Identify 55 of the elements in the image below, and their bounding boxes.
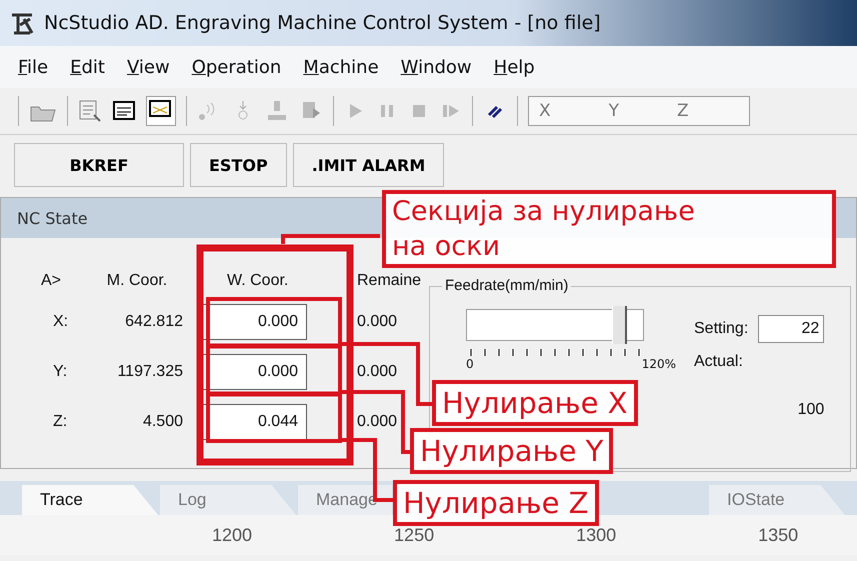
machine-icon	[10, 11, 36, 35]
leader-line	[340, 390, 410, 454]
axis-label: X	[539, 101, 551, 121]
menu-item[interactable]: Edit	[70, 56, 105, 78]
annotation-text: Секција за нулирање	[392, 195, 696, 229]
status-button[interactable]: .IMIT ALARM	[292, 143, 444, 187]
monitor-icon[interactable]	[146, 96, 176, 126]
actual-value: 100	[798, 401, 824, 419]
panel-title: NC State	[17, 208, 88, 228]
column-header: Remaine	[357, 272, 422, 290]
axis-label: Y:	[52, 363, 68, 381]
machine-coordinate: 642.812	[124, 313, 183, 331]
column-header: W. Coor.	[226, 272, 290, 290]
machine-coordinate: 1197.325	[116, 363, 183, 381]
scale-min: 0	[466, 357, 474, 371]
ruler-number: 1200	[212, 524, 252, 546]
column-header: M. Coor.	[106, 272, 168, 290]
status-button[interactable]: BKREF	[14, 143, 184, 187]
actual-label: Actual:	[694, 353, 744, 371]
remaining-value: 0.000	[357, 413, 398, 431]
tab[interactable]: Trace	[22, 485, 158, 515]
axis-label: Z:	[52, 413, 68, 431]
menu-item[interactable]: File	[18, 56, 48, 78]
status-button[interactable]: ESTOP	[190, 143, 287, 187]
ruler-number: 1300	[576, 524, 616, 546]
annotation-label: Нулирање X	[432, 380, 638, 426]
window-title: NcStudio AD. Engraving Machine Control System - [no file]	[44, 12, 601, 34]
axis-label: Y	[608, 101, 620, 121]
tab[interactable]: Manage	[298, 485, 392, 515]
menu-item[interactable]: View	[126, 56, 170, 78]
tool-icon[interactable]	[265, 99, 289, 123]
menu-item[interactable]: Operation	[192, 56, 282, 78]
axis-label: X:	[52, 313, 70, 331]
menu-item[interactable]: Machine	[303, 56, 379, 78]
annotation-label: Нулирање Z	[393, 480, 599, 526]
menu-item[interactable]: Help	[494, 56, 535, 78]
annotation-text: на оски	[392, 230, 501, 264]
axis-label: Z	[677, 101, 689, 121]
annotation-label: Нулирање Y	[410, 428, 614, 474]
group-title: Feedrate(mm/min)	[442, 277, 572, 294]
remaining-value: 0.000	[357, 363, 398, 381]
tab[interactable]: IOState	[709, 485, 845, 515]
machine-coordinate: 4.500	[142, 413, 183, 431]
list-icon[interactable]	[78, 99, 102, 123]
remaining-value: 0.000	[357, 313, 398, 331]
ruler-number: 1250	[394, 524, 434, 546]
setting-field[interactable]: 22	[758, 315, 824, 343]
tab[interactable]: Log	[160, 485, 296, 515]
scale-max: 120%	[642, 357, 676, 371]
ruler-number: 1350	[758, 524, 798, 546]
window-icon[interactable]	[112, 99, 136, 123]
slider-thumb[interactable]	[612, 306, 628, 344]
column-header: A>	[41, 272, 62, 290]
menu-item[interactable]: Window	[400, 56, 472, 78]
setting-label: Setting:	[694, 320, 748, 338]
